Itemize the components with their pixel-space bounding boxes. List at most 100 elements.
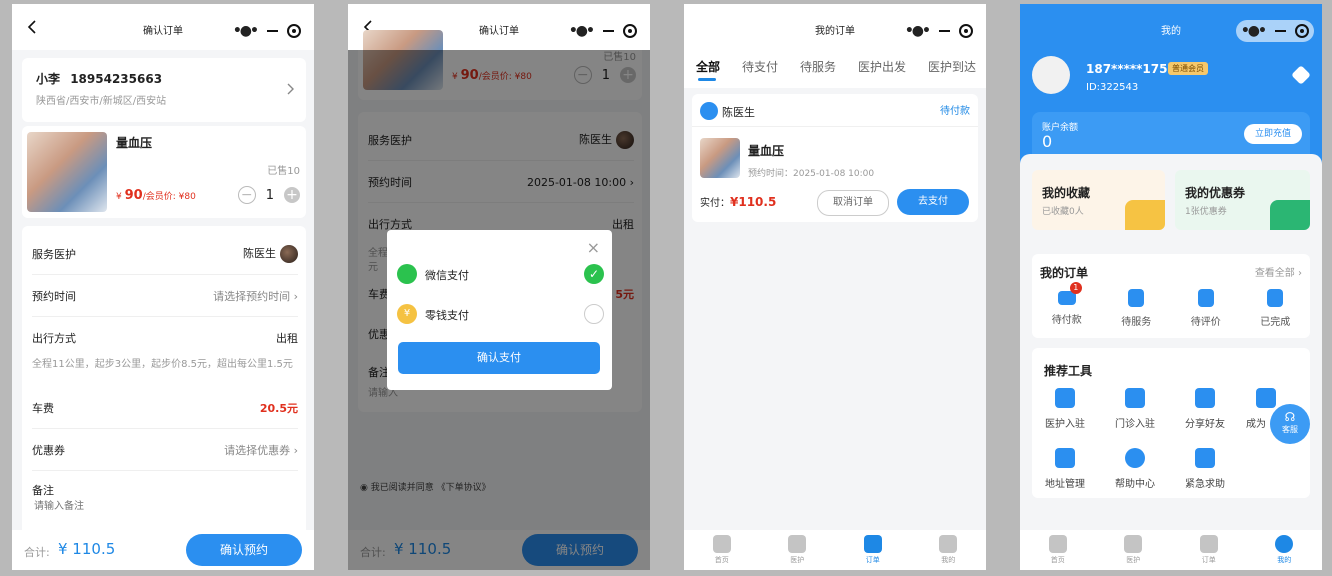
order-product-image — [700, 138, 740, 178]
balance-pay-label[interactable]: 零钱支付 — [425, 307, 469, 323]
confirm-pay-button[interactable]: 确认支付 — [398, 342, 600, 374]
close-target-icon[interactable] — [959, 24, 974, 38]
tab-arrived[interactable]: 医护到达 — [928, 58, 976, 75]
headset-icon: ☊ — [1284, 410, 1296, 424]
shortcut-pending-payment[interactable]: 1 待付款 — [1052, 282, 1082, 328]
tool-address[interactable]: 地址管理 — [1042, 448, 1088, 490]
tool-doctor-join[interactable]: 医护入驻 — [1042, 388, 1088, 430]
orders-icon — [1199, 535, 1218, 553]
product-image — [27, 132, 107, 212]
favorites-title: 我的收藏 — [1042, 186, 1091, 200]
wechat-pay-icon — [397, 264, 417, 284]
tab-me[interactable]: 我的 — [939, 535, 958, 565]
mini-program-capsule[interactable]: •●• — [564, 20, 642, 42]
mini-program-capsule[interactable]: •●• — [1236, 20, 1314, 42]
wallet-icon — [1270, 200, 1310, 230]
close-target-icon[interactable] — [287, 24, 302, 38]
view-all-link[interactable]: 查看全部 › — [1255, 264, 1302, 279]
tab-home[interactable]: 首页 — [1048, 535, 1067, 565]
mini-program-capsule[interactable]: •●• — [228, 20, 306, 42]
unchecked-icon[interactable] — [584, 304, 604, 324]
quantity-value: 1 — [265, 187, 274, 203]
remark-input[interactable] — [32, 500, 236, 513]
medical-kit-icon — [1125, 388, 1145, 408]
tab-all[interactable]: 全部 — [696, 58, 720, 75]
person-icon — [1256, 388, 1276, 408]
tab-orders[interactable]: 订单 — [1199, 535, 1218, 565]
customer-service-button[interactable]: ☊ 客服 — [1270, 404, 1310, 444]
wechat-pay-label[interactable]: 微信支付 — [425, 267, 469, 283]
close-target-icon[interactable] — [623, 24, 638, 38]
minimize-icon[interactable] — [602, 30, 614, 32]
doctor-avatar — [280, 245, 298, 263]
doctor-icon — [788, 535, 807, 553]
sold-count: 已售10 — [267, 166, 300, 177]
fare-value: 20.5元 — [259, 402, 298, 415]
user-id: ID:322543 — [1086, 82, 1139, 93]
tab-doctor[interactable]: 医护 — [788, 535, 807, 565]
time-row[interactable]: 预约时间 请选择预约时间 › — [32, 276, 298, 317]
minimize-icon[interactable] — [1274, 30, 1286, 32]
tab-orders[interactable]: 订单 — [863, 535, 882, 565]
quantity-stepper[interactable]: − 1 + — [237, 186, 300, 204]
screen-confirm-order: 确认订单 •●• 小李 18954235663 陕西省/西安市/新城区/西安站 … — [12, 4, 314, 570]
recharge-button[interactable]: 立即充值 — [1244, 124, 1302, 144]
tab-doctor[interactable]: 医护 — [1124, 535, 1143, 565]
minimize-icon[interactable] — [938, 30, 950, 32]
tool-clinic-join[interactable]: 门诊入驻 — [1112, 388, 1158, 430]
tab-indicator — [698, 78, 716, 81]
more-icon[interactable]: •●• — [905, 23, 931, 39]
close-icon[interactable]: × — [587, 238, 600, 257]
product-name: 量血压 — [116, 136, 153, 150]
contact-phone: 18954235663 — [70, 72, 163, 86]
product-card: 量血压 已售10 ¥ 90/会员价: ¥80 − 1 + — [22, 126, 306, 218]
shortcut-completed[interactable]: 已完成 — [1260, 288, 1290, 328]
balance-card: 账户余额 0 立即充值 — [1032, 112, 1310, 160]
nav-bar: 我的订单 •●• 全部 待支付 待服务 医护出发 医护到达 — [684, 4, 986, 88]
tool-help[interactable]: 帮助中心 — [1112, 448, 1158, 490]
share-mail-icon — [1195, 388, 1215, 408]
minus-icon[interactable]: − — [237, 186, 256, 204]
confirm-booking-button[interactable]: 确认预约 — [186, 534, 302, 566]
tab-me[interactable]: 我的 — [1275, 535, 1294, 565]
order-form: 服务医护 陈医生 预约时间 请选择预约时间 › 出行方式 出租 全程11公里，起… — [22, 226, 306, 536]
mini-program-capsule[interactable]: •●• — [900, 20, 978, 42]
order-doctor: 陈医生 — [722, 106, 755, 119]
tab-pending-service[interactable]: 待服务 — [800, 58, 836, 75]
tab-departed[interactable]: 医护出发 — [858, 58, 906, 75]
close-target-icon[interactable] — [1295, 24, 1310, 38]
tool-share[interactable]: 分享好友 — [1182, 388, 1228, 430]
cancel-order-button[interactable]: 取消订单 — [817, 190, 889, 216]
location-icon — [1055, 448, 1075, 468]
coupons-card[interactable]: 我的优惠券 1张优惠券 — [1175, 170, 1310, 230]
shield-icon — [1195, 448, 1215, 468]
chevron-right-icon — [287, 83, 294, 95]
coupon-row[interactable]: 优惠券 请选择优惠券 › — [32, 430, 298, 471]
screen-profile: 我的 •●• 187*****1751 普通会员 ID:322543 账户余额 … — [1020, 4, 1322, 570]
checked-icon[interactable]: ✓ — [584, 264, 604, 284]
orders-title: 我的订单 — [1040, 266, 1089, 280]
travel-note: 全程11公里，起步3公里，起步价8.5元，超出每公里1.5元 — [32, 359, 293, 370]
avatar[interactable] — [1032, 56, 1070, 94]
paid-value: ¥110.5 — [730, 195, 777, 209]
order-card[interactable]: 陈医生 待付款 量血压 预约时间：2025-01-08 10:00 实付：¥11… — [692, 94, 978, 222]
member-price: /会员价: ¥80 — [142, 192, 196, 202]
plus-icon[interactable]: + — [284, 187, 300, 203]
tab-pending-payment[interactable]: 待支付 — [742, 58, 778, 75]
pay-button[interactable]: 去支付 — [897, 189, 969, 215]
tab-home[interactable]: 首页 — [712, 535, 731, 565]
minimize-icon[interactable] — [266, 30, 278, 32]
home-icon — [712, 535, 731, 553]
shortcut-pending-service[interactable]: 待服务 — [1121, 288, 1151, 328]
more-icon[interactable]: •●• — [1241, 23, 1267, 39]
doctor-row[interactable]: 服务医护 陈医生 — [32, 234, 298, 275]
shortcut-pending-review[interactable]: 待评价 — [1191, 288, 1221, 328]
completed-icon — [1267, 289, 1284, 307]
more-icon[interactable]: •●• — [569, 23, 595, 39]
address-card[interactable]: 小李 18954235663 陕西省/西安市/新城区/西安站 — [22, 58, 306, 122]
more-icon[interactable]: •●• — [233, 23, 259, 39]
tool-emergency[interactable]: 紧急求助 — [1182, 448, 1228, 490]
favorites-card[interactable]: 我的收藏 已收藏0人 — [1032, 170, 1165, 230]
screen-my-orders: 我的订单 •●• 全部 待支付 待服务 医护出发 医护到达 陈医生 待付款 量血… — [684, 4, 986, 570]
total-label: 合计: — [24, 546, 50, 559]
